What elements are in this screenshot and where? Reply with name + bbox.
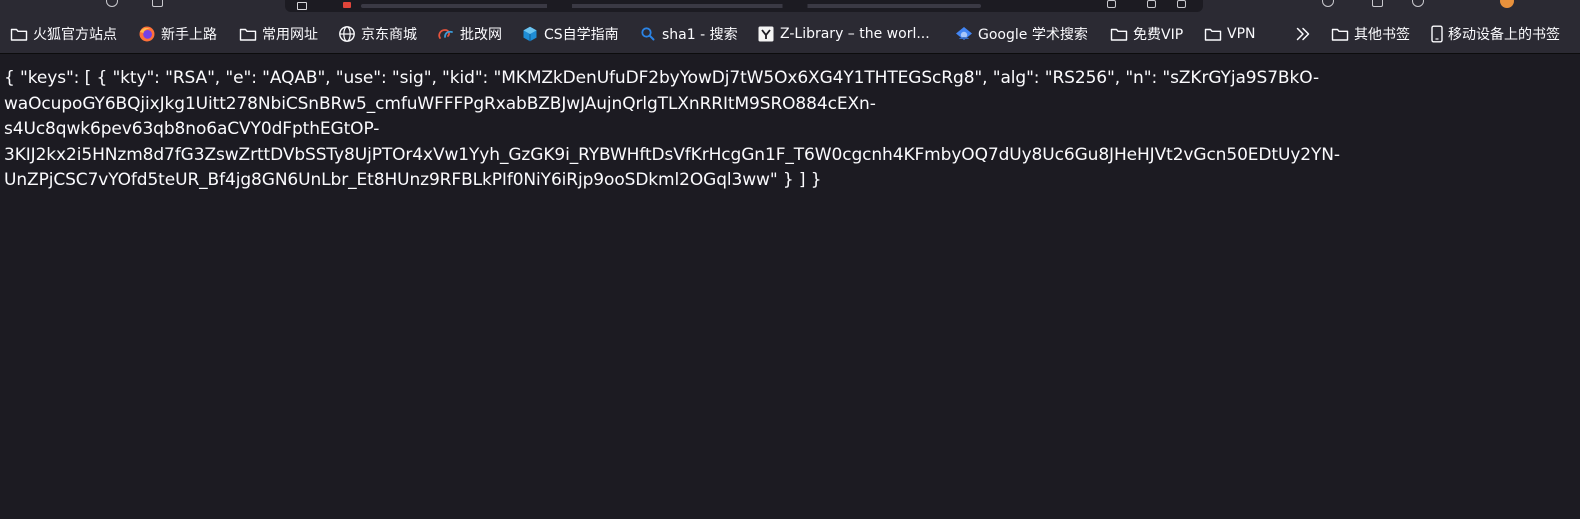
bookmark-label: 常用网址: [262, 27, 318, 43]
folder-icon: [1110, 25, 1128, 43]
profile-avatar-icon[interactable]: [1500, 0, 1514, 8]
globe-icon: [338, 25, 356, 43]
firefox-icon: [138, 25, 156, 43]
bookmark-cs-guide[interactable]: CS自学指南: [521, 21, 619, 47]
reader-view-icon[interactable]: [1107, 0, 1116, 8]
home-icon[interactable]: [152, 0, 163, 7]
page-content: { "keys": [ { "kty": "RSA", "e": "AQAB",…: [0, 54, 1580, 519]
bookmark-label: 免费VIP: [1133, 27, 1184, 43]
folder-icon: [1331, 25, 1349, 43]
folder-icon: [239, 25, 257, 43]
bookmark-label: Google 学术搜索: [978, 27, 1088, 43]
pigai-icon: [437, 25, 455, 43]
bookmark-label: sha1 - 搜索: [662, 27, 738, 43]
bookmark-zlibrary[interactable]: Z-Library – the worl...: [757, 21, 930, 47]
browser-toolbar: [0, 0, 1580, 13]
cube-icon: [521, 25, 539, 43]
mobile-icon: [1430, 25, 1444, 43]
bookmark-common-sites[interactable]: 常用网址: [239, 21, 318, 47]
bookmark-huohu-site[interactable]: 火狐官方站点: [10, 21, 117, 47]
bookmark-pigai[interactable]: 批改网: [437, 21, 502, 47]
chevron-double-right-icon: [1294, 25, 1312, 43]
folder-icon: [10, 25, 28, 43]
json-text-line: { "keys": [ { "kty": "RSA", "e": "AQAB",…: [4, 68, 1320, 88]
address-bar[interactable]: [285, 0, 1203, 12]
account-icon[interactable]: [1322, 0, 1334, 7]
json-text-line: s4Uc8qwk6pev63qb8no6aCVY0dFpthEGtOP-: [4, 119, 380, 139]
bookmark-star-icon[interactable]: [1177, 0, 1186, 8]
zlibrary-icon: [757, 25, 775, 43]
bookmark-mobile-bookmarks[interactable]: 移动设备上的书签: [1430, 21, 1560, 47]
bookmark-label: 批改网: [460, 27, 502, 43]
bookmark-other-bookmarks[interactable]: 其他书签: [1331, 21, 1410, 47]
json-body: { "keys": [ { "kty": "RSA", "e": "AQAB",…: [4, 66, 1564, 194]
bookmark-label: Z-Library – the worl...: [780, 26, 930, 42]
json-text-line: waOcupoGY6BQjixJkg1Uitt278NbiCSnBRw5_cmf…: [4, 93, 876, 114]
bookmark-label: VPN: [1227, 26, 1256, 42]
bookmark-google-scholar[interactable]: Google 学术搜索: [955, 21, 1088, 47]
json-text-line: UnZPjCSC7vYOfd5teUR_Bf4jg8GN6UnLbr_Et8HU…: [4, 170, 822, 190]
search-icon: [639, 25, 657, 43]
bookmark-free-vip[interactable]: 免费VIP: [1110, 21, 1183, 47]
folder-icon: [1204, 25, 1222, 43]
extensions-icon[interactable]: [1372, 0, 1383, 7]
bookmark-label: 新手上路: [161, 27, 217, 43]
reload-icon[interactable]: [106, 0, 118, 7]
json-text-line: 3KIJ2kx2i5HNzm8d7fG3ZswZrttDVbSSTy8UjPTO…: [4, 144, 1340, 165]
lock-icon[interactable]: [297, 2, 307, 10]
bookmark-getting-started[interactable]: 新手上路: [138, 21, 217, 47]
bookmark-label: 移动设备上的书签: [1448, 27, 1560, 43]
bookmarks-toolbar: 火狐官方站点 新手上路 常用网址 京东商城 批改网 CS自学指南 sha1 - …: [0, 13, 1580, 54]
bookmark-label: 火狐官方站点: [33, 27, 117, 43]
site-favicon-icon: [343, 2, 351, 8]
copy-link-icon[interactable]: [1147, 0, 1156, 8]
bookmarks-overflow-button[interactable]: [1294, 21, 1317, 47]
scholar-icon: [955, 25, 973, 43]
bookmark-jd-mall[interactable]: 京东商城: [338, 21, 417, 47]
url-text[interactable]: [361, 4, 981, 8]
bookmark-vpn[interactable]: VPN: [1204, 21, 1256, 47]
bookmark-sha1-search[interactable]: sha1 - 搜索: [639, 21, 738, 47]
bookmark-label: 京东商城: [361, 27, 417, 43]
bookmark-label: CS自学指南: [544, 27, 619, 43]
bookmark-label: 其他书签: [1354, 27, 1410, 43]
downloads-icon[interactable]: [1412, 0, 1424, 7]
